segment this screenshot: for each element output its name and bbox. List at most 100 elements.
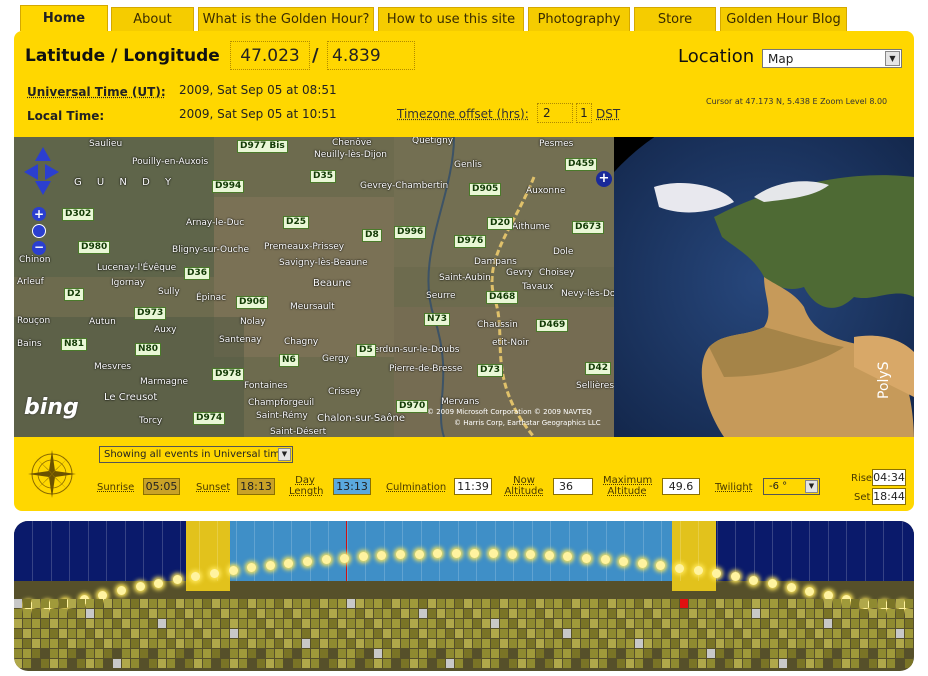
calendar-cell[interactable] bbox=[815, 639, 823, 648]
calendar-cell[interactable] bbox=[23, 619, 31, 628]
calendar-cell[interactable] bbox=[653, 639, 661, 648]
calendar-cell[interactable] bbox=[851, 629, 859, 638]
calendar-cell[interactable] bbox=[824, 609, 832, 618]
calendar-cell[interactable] bbox=[617, 639, 625, 648]
calendar-cell[interactable] bbox=[302, 659, 310, 668]
calendar-cell[interactable] bbox=[95, 639, 103, 648]
dst-field[interactable]: 1 bbox=[576, 103, 592, 123]
calendar-cell[interactable] bbox=[221, 629, 229, 638]
calendar-cell[interactable] bbox=[572, 599, 580, 608]
calendar-cell[interactable] bbox=[410, 629, 418, 638]
calendar-cell[interactable] bbox=[302, 639, 310, 648]
calendar-cell[interactable] bbox=[518, 659, 526, 668]
calendar-cell[interactable] bbox=[680, 629, 688, 638]
calendar-cell[interactable] bbox=[590, 639, 598, 648]
calendar-cell[interactable] bbox=[410, 639, 418, 648]
calendar-cell[interactable] bbox=[32, 649, 40, 658]
calendar-cell[interactable] bbox=[554, 659, 562, 668]
calendar-cell[interactable] bbox=[392, 609, 400, 618]
calendar-cell[interactable] bbox=[536, 619, 544, 628]
calendar-cell[interactable] bbox=[185, 639, 193, 648]
calendar-cell[interactable] bbox=[887, 609, 895, 618]
calendar-cell[interactable] bbox=[338, 639, 346, 648]
calendar-cell[interactable] bbox=[257, 599, 265, 608]
calendar-cell[interactable] bbox=[59, 619, 67, 628]
calendar-cell[interactable] bbox=[599, 599, 607, 608]
calendar-cell[interactable] bbox=[122, 599, 130, 608]
calendar-cell[interactable] bbox=[356, 629, 364, 638]
calendar-cell[interactable] bbox=[491, 609, 499, 618]
calendar-cell[interactable] bbox=[734, 599, 742, 608]
events-select[interactable]: Showing all events in Universal time ▼ bbox=[99, 446, 293, 463]
calendar-cell[interactable] bbox=[527, 629, 535, 638]
calendar-cell[interactable] bbox=[374, 649, 382, 658]
calendar-cell[interactable] bbox=[158, 639, 166, 648]
calendar-cell[interactable] bbox=[725, 619, 733, 628]
calendar-cell[interactable] bbox=[302, 609, 310, 618]
calendar-cell[interactable] bbox=[545, 619, 553, 628]
calendar-cell[interactable] bbox=[14, 659, 22, 668]
calendar-cell[interactable] bbox=[59, 659, 67, 668]
calendar-cell[interactable] bbox=[329, 659, 337, 668]
tab-golden-hour[interactable]: What is the Golden Hour? bbox=[198, 7, 374, 31]
calendar-cell[interactable] bbox=[194, 599, 202, 608]
calendar-cell[interactable] bbox=[788, 639, 796, 648]
calendar-cell[interactable] bbox=[860, 649, 868, 658]
calendar-cell[interactable] bbox=[518, 609, 526, 618]
calendar-cell[interactable] bbox=[140, 629, 148, 638]
calendar-cell[interactable] bbox=[320, 609, 328, 618]
calendar-cell[interactable] bbox=[149, 629, 157, 638]
calendar-cell[interactable] bbox=[653, 629, 661, 638]
calendar-cell[interactable] bbox=[635, 659, 643, 668]
calendar-cell[interactable] bbox=[374, 639, 382, 648]
calendar-cell[interactable] bbox=[113, 619, 121, 628]
chevron-down-icon[interactable]: ▼ bbox=[805, 480, 818, 493]
chevron-down-icon[interactable]: ▼ bbox=[885, 51, 900, 66]
calendar-cell[interactable] bbox=[806, 649, 814, 658]
calendar-cell[interactable] bbox=[878, 599, 886, 608]
calendar-cell[interactable] bbox=[428, 639, 436, 648]
calendar-cell[interactable] bbox=[410, 599, 418, 608]
calendar-cell[interactable] bbox=[167, 599, 175, 608]
calendar-cell[interactable] bbox=[752, 629, 760, 638]
calendar-cell[interactable] bbox=[608, 599, 616, 608]
arrow-left-icon[interactable] bbox=[24, 164, 38, 180]
calendar-cell[interactable] bbox=[329, 609, 337, 618]
calendar-cell[interactable] bbox=[725, 659, 733, 668]
calendar-cell[interactable] bbox=[50, 619, 58, 628]
calendar-cell[interactable] bbox=[248, 599, 256, 608]
calendar-cell[interactable] bbox=[743, 629, 751, 638]
calendar-cell[interactable] bbox=[590, 619, 598, 628]
calendar-cell[interactable] bbox=[851, 619, 859, 628]
calendar-cell[interactable] bbox=[230, 649, 238, 658]
calendar-cell[interactable] bbox=[662, 639, 670, 648]
calendar-cell[interactable] bbox=[248, 609, 256, 618]
calendar-cell[interactable] bbox=[374, 619, 382, 628]
calendar-cell[interactable] bbox=[761, 609, 769, 618]
calendar-cell[interactable] bbox=[482, 639, 490, 648]
calendar-cell[interactable] bbox=[761, 659, 769, 668]
calendar-cell[interactable] bbox=[50, 609, 58, 618]
calendar-cell[interactable] bbox=[293, 609, 301, 618]
calendar-cell[interactable] bbox=[131, 599, 139, 608]
calendar-cell[interactable] bbox=[509, 619, 517, 628]
calendar-cell[interactable] bbox=[230, 659, 238, 668]
calendar-cell[interactable] bbox=[644, 639, 652, 648]
calendar-cell[interactable] bbox=[626, 599, 634, 608]
map-pan-control[interactable] bbox=[24, 147, 60, 195]
calendar-cell[interactable] bbox=[464, 639, 472, 648]
tab-how-to-use[interactable]: How to use this site bbox=[378, 7, 524, 31]
calendar-cell[interactable] bbox=[176, 599, 184, 608]
calendar-cell[interactable] bbox=[293, 599, 301, 608]
calendar-cell[interactable] bbox=[905, 639, 913, 648]
calendar-cell[interactable] bbox=[221, 609, 229, 618]
calendar-cell[interactable] bbox=[473, 639, 481, 648]
calendar-cell[interactable] bbox=[41, 659, 49, 668]
calendar-cell[interactable] bbox=[203, 659, 211, 668]
calendar-cell[interactable] bbox=[311, 629, 319, 638]
calendar-cell[interactable] bbox=[797, 619, 805, 628]
calendar-cell[interactable] bbox=[374, 629, 382, 638]
calendar-cell[interactable] bbox=[545, 609, 553, 618]
calendar-cell[interactable] bbox=[122, 639, 130, 648]
calendar-cell[interactable] bbox=[266, 619, 274, 628]
